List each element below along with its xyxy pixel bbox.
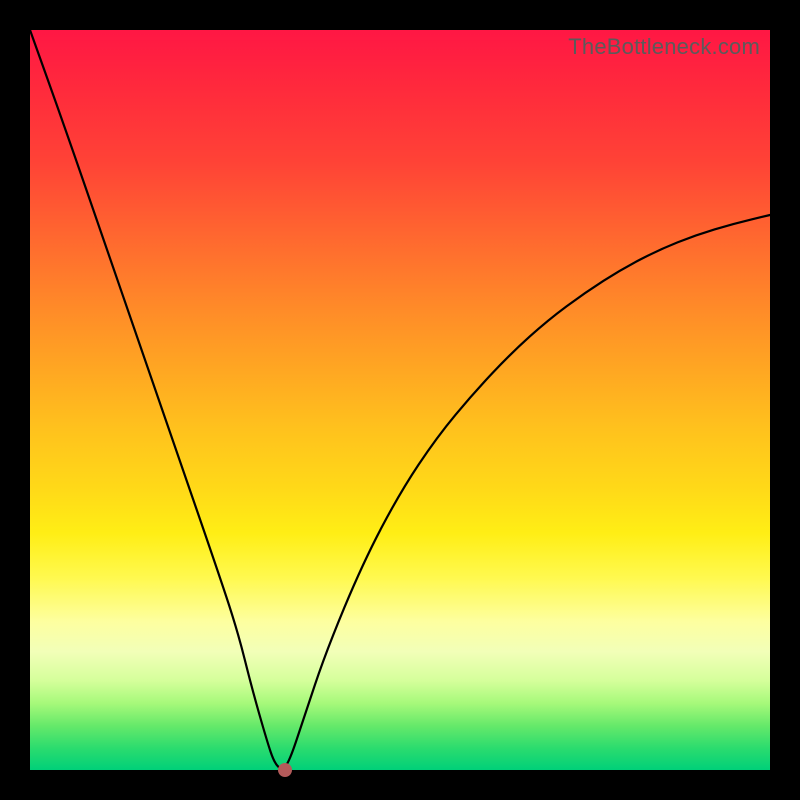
plot-area: TheBottleneck.com — [30, 30, 770, 770]
bottleneck-curve — [30, 30, 770, 770]
min-bottleneck-marker — [278, 763, 292, 777]
chart-frame: TheBottleneck.com — [0, 0, 800, 800]
